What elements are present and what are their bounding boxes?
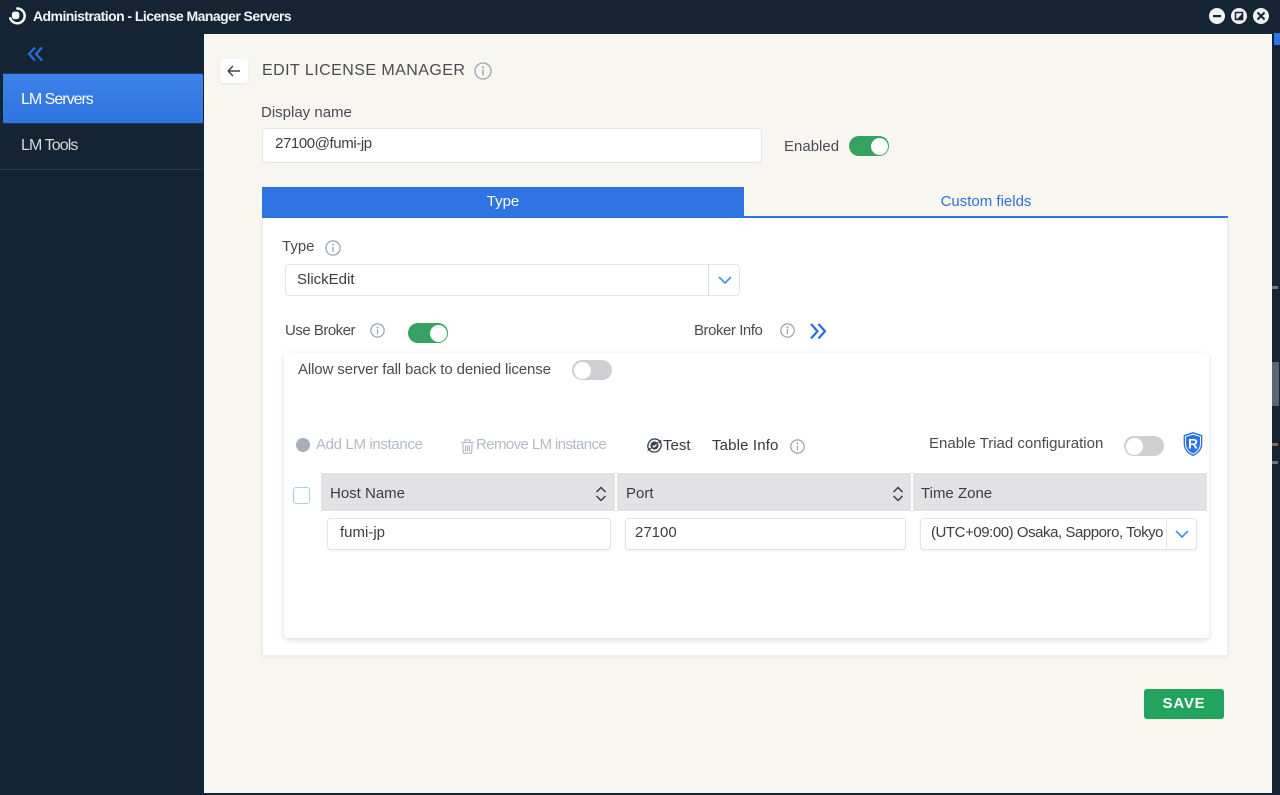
svg-text:R: R [1188,437,1198,452]
